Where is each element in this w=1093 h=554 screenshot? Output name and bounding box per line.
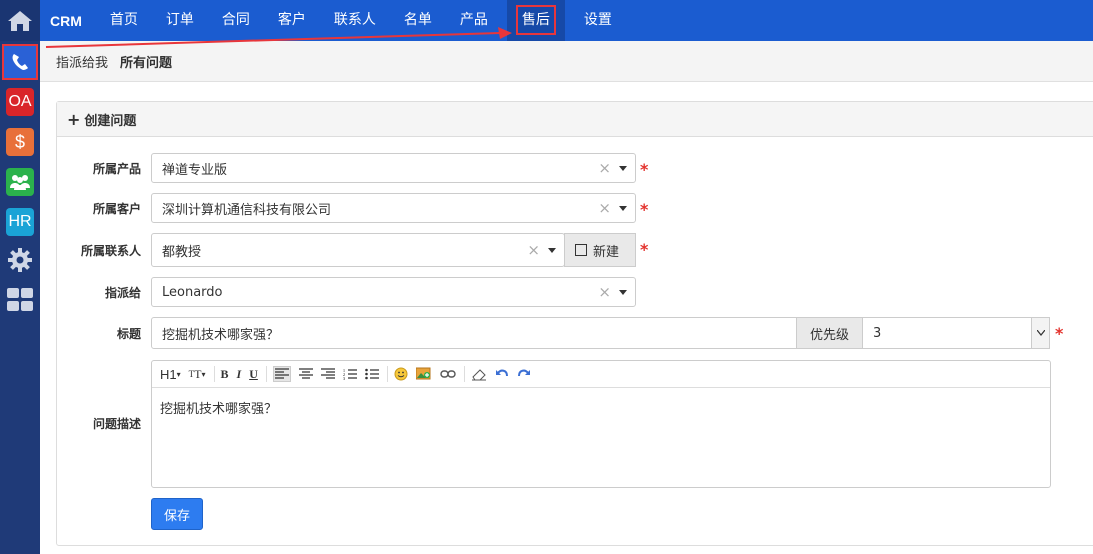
priority-label: 优先级 (796, 317, 863, 349)
product-select[interactable]: 禅道专业版 × (151, 153, 636, 183)
oa-app-button[interactable]: OA (6, 88, 34, 116)
assignee-select[interactable]: Leonardo × (151, 277, 636, 307)
nav-contacts[interactable]: 联系人 (320, 0, 390, 41)
gear-icon (8, 248, 32, 272)
chevron-down-icon (619, 206, 627, 211)
contact-value: 都教授 (162, 244, 202, 260)
hr-icon: HR (8, 213, 32, 230)
customer-select[interactable]: 深圳计算机通信科技有限公司 × (151, 193, 636, 223)
title-input[interactable]: 挖掘机技术哪家强？ (151, 317, 797, 349)
nav-customers[interactable]: 客户 (264, 0, 320, 41)
italic-button[interactable]: I (237, 367, 242, 382)
apps-grid-button[interactable] (6, 286, 34, 314)
undo-icon[interactable] (495, 368, 509, 380)
plus-icon: + (67, 109, 81, 129)
redo-icon[interactable] (517, 368, 531, 380)
chevron-down-icon (548, 248, 556, 253)
svg-text:3: 3 (343, 376, 345, 380)
panel-header: + 创建问题 (57, 102, 1093, 137)
home-button[interactable] (0, 0, 40, 41)
customer-value: 深圳计算机通信科技有限公司 (162, 202, 332, 218)
priority-label-text: 优先级 (809, 327, 849, 343)
assignee-value: Leonardo (162, 284, 223, 300)
emoji-icon[interactable] (394, 367, 408, 381)
toolbar-divider (386, 366, 388, 382)
bold-button[interactable]: B (221, 367, 229, 382)
nav-orders[interactable]: 订单 (152, 0, 208, 41)
brand[interactable]: CRM (40, 13, 96, 29)
contact-select[interactable]: 都教授 × (151, 233, 565, 267)
subnav-all-issues[interactable]: 所有问题 (120, 52, 172, 71)
priority-value: 3 (873, 325, 882, 341)
title-label: 标题 (116, 327, 141, 341)
nav-leads[interactable]: 名单 (390, 0, 446, 41)
users-icon (10, 175, 30, 190)
nav-home[interactable]: 首页 (96, 0, 152, 41)
cash-app-button[interactable]: $ (6, 128, 34, 156)
new-contact-label: 新建 (593, 244, 620, 260)
eraser-icon[interactable] (471, 367, 487, 381)
title-value: 挖掘机技术哪家强？ (162, 327, 280, 343)
toolbar-divider (265, 366, 267, 382)
ordered-list-icon[interactable]: 123 (343, 368, 357, 380)
align-right-icon[interactable] (320, 368, 335, 380)
heading-button[interactable]: H1 ▾ (160, 367, 181, 382)
assignee-label: 指派给 (104, 286, 141, 300)
grid-icon (7, 288, 33, 311)
clear-icon[interactable]: × (527, 241, 540, 259)
top-nav: CRM 首页 订单 合同 客户 联系人 名单 产品 售后 设置 (40, 0, 1093, 41)
save-button[interactable]: 保存 (151, 498, 203, 530)
required-mark: * (1055, 324, 1064, 343)
description-editor[interactable]: H1 ▾ T T ▾ B I U 123 挖掘机技术哪家强？ (151, 360, 1051, 488)
align-left-icon[interactable] (272, 366, 291, 382)
nav-contracts[interactable]: 合同 (208, 0, 264, 41)
clear-icon[interactable]: × (598, 283, 611, 301)
home-icon (8, 10, 32, 31)
left-rail: OA $ HR (0, 0, 40, 554)
phone-icon (6, 48, 34, 76)
clear-icon[interactable]: × (598, 159, 611, 177)
required-mark: * (640, 240, 649, 259)
product-label: 所属产品 (92, 162, 141, 176)
chevron-down-icon (619, 166, 627, 171)
customer-label: 所属客户 (92, 202, 141, 216)
align-center-icon[interactable] (298, 368, 313, 380)
product-value: 禅道专业版 (162, 162, 228, 178)
nav-aftersales[interactable]: 售后 (506, 0, 565, 41)
unordered-list-icon[interactable] (365, 368, 379, 380)
toolbar-divider (213, 366, 215, 382)
chevron-down-icon (619, 290, 627, 295)
underline-button[interactable]: U (249, 367, 258, 382)
new-contact-toggle[interactable]: 新建 (564, 233, 636, 267)
panel-title: 创建问题 (84, 113, 137, 129)
toolbar-divider (463, 366, 465, 382)
editor-toolbar: H1 ▾ T T ▾ B I U 123 (152, 361, 1050, 388)
chevron-down-icon[interactable] (1031, 318, 1049, 348)
editor-content[interactable]: 挖掘机技术哪家强？ (152, 388, 1050, 427)
priority-select[interactable]: 3 (862, 317, 1050, 349)
subnav-assigned-to-me[interactable]: 指派给我 (56, 52, 108, 71)
team-app-button[interactable] (6, 168, 34, 196)
nav-products[interactable]: 产品 (446, 0, 502, 41)
nav-aftersales-label: 售后 (515, 5, 556, 35)
clear-icon[interactable]: × (598, 199, 611, 217)
required-mark: * (640, 160, 649, 179)
font-size-button[interactable]: T T ▾ (189, 367, 206, 382)
sub-nav: 指派给我 所有问题 (40, 41, 1093, 82)
phone-app-button[interactable] (2, 44, 38, 80)
image-icon[interactable] (415, 367, 432, 381)
new-contact-checkbox[interactable] (575, 244, 587, 256)
oa-icon: OA (8, 93, 32, 110)
required-mark: * (640, 200, 649, 219)
hr-app-button[interactable]: HR (6, 208, 34, 236)
description-label: 问题描述 (92, 417, 141, 431)
contact-label: 所属联系人 (80, 244, 141, 258)
dollar-icon: $ (14, 131, 25, 152)
settings-app-button[interactable] (6, 246, 34, 274)
nav-settings[interactable]: 设置 (570, 0, 626, 41)
link-icon[interactable] (440, 369, 456, 379)
